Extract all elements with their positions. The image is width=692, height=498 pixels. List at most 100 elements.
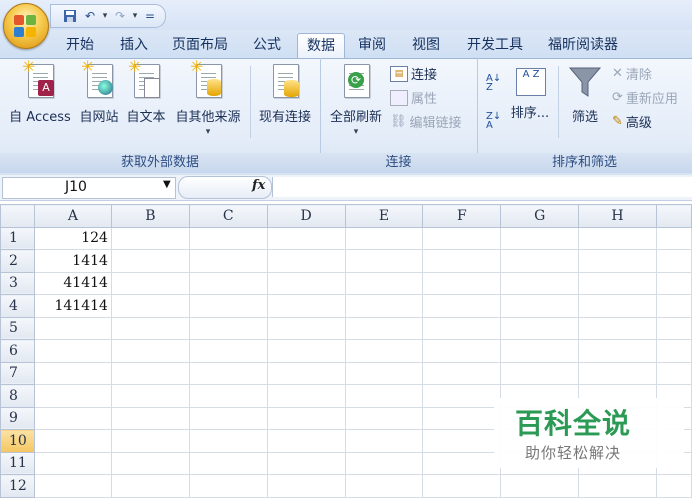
cell[interactable] xyxy=(422,406,502,430)
cell[interactable] xyxy=(266,339,346,363)
cell[interactable] xyxy=(344,249,424,273)
cell[interactable] xyxy=(655,294,692,318)
tab-formulas[interactable]: 公式 xyxy=(247,33,287,58)
cell[interactable] xyxy=(500,226,580,250)
cell[interactable] xyxy=(578,271,657,295)
row-header[interactable]: 2 xyxy=(0,249,35,273)
cell[interactable] xyxy=(422,339,502,363)
tab-insert[interactable]: 插入 xyxy=(112,33,156,58)
cell[interactable] xyxy=(33,429,112,453)
cell[interactable] xyxy=(266,316,346,340)
cell[interactable] xyxy=(344,361,424,385)
cell[interactable] xyxy=(110,316,190,340)
cell[interactable] xyxy=(33,339,112,363)
cell[interactable] xyxy=(344,474,424,498)
refresh-all-button[interactable]: ⟳ 全部刷新 ▾ xyxy=(326,62,386,137)
cell[interactable] xyxy=(422,294,502,318)
cell[interactable] xyxy=(578,249,657,273)
cell[interactable] xyxy=(344,271,424,295)
cell[interactable] xyxy=(344,406,424,430)
row-header[interactable]: 11 xyxy=(0,451,35,475)
row-header[interactable]: 3 xyxy=(0,271,35,295)
insert-function-icon[interactable]: fx xyxy=(252,178,265,193)
column-header[interactable]: C xyxy=(188,204,268,228)
cell[interactable] xyxy=(422,249,502,273)
cell[interactable] xyxy=(422,429,502,453)
tab-view[interactable]: 视图 xyxy=(405,33,447,58)
tab-developer[interactable]: 开发工具 xyxy=(460,33,530,58)
cell[interactable] xyxy=(422,271,502,295)
tab-foxit-reader[interactable]: 福昕阅读器 xyxy=(540,33,626,58)
row-header[interactable]: 10 xyxy=(0,429,35,453)
cell[interactable] xyxy=(110,226,190,250)
office-button[interactable] xyxy=(3,3,49,49)
cell[interactable] xyxy=(33,406,112,430)
column-header[interactable]: G xyxy=(500,204,580,228)
cell[interactable] xyxy=(344,384,424,408)
row-header[interactable]: 8 xyxy=(0,384,35,408)
sort-ascending-button[interactable]: A↓ Z xyxy=(486,74,501,93)
cell[interactable] xyxy=(344,339,424,363)
existing-connections-button[interactable]: 现有连接 xyxy=(254,62,316,125)
undo-icon[interactable]: ↶ xyxy=(81,7,99,25)
cell[interactable]: 1414 xyxy=(33,249,112,273)
tab-page-layout[interactable]: 页面布局 xyxy=(166,33,234,58)
cell[interactable] xyxy=(266,294,346,318)
from-other-sources-button[interactable]: ✳ 自其他来源 ▾ xyxy=(170,59,246,138)
cell[interactable] xyxy=(578,474,657,498)
column-header[interactable]: A xyxy=(33,204,112,228)
cell[interactable] xyxy=(188,294,268,318)
cell[interactable] xyxy=(422,361,502,385)
cell[interactable] xyxy=(188,474,268,498)
redo-icon[interactable]: ↷ xyxy=(111,7,129,25)
from-text-button[interactable]: ✳ 自文本 xyxy=(122,59,170,126)
cell[interactable] xyxy=(500,249,580,273)
cell[interactable] xyxy=(188,406,268,430)
cell[interactable] xyxy=(266,226,346,250)
redo-dropdown-icon[interactable]: ▾ xyxy=(131,11,139,21)
cell[interactable] xyxy=(33,384,112,408)
name-box[interactable]: J10 ▼ xyxy=(2,177,176,199)
tab-review[interactable]: 审阅 xyxy=(352,33,392,58)
connections-button[interactable]: ▤ 连接 xyxy=(390,64,437,83)
cell[interactable] xyxy=(655,316,692,340)
row-header[interactable]: 1 xyxy=(0,226,35,250)
tab-home[interactable]: 开始 xyxy=(58,33,102,58)
cell[interactable]: 124 xyxy=(33,226,112,250)
cell[interactable] xyxy=(188,384,268,408)
cell[interactable] xyxy=(110,271,190,295)
cell[interactable] xyxy=(188,429,268,453)
cell[interactable] xyxy=(422,474,502,498)
column-header[interactable]: F xyxy=(422,204,502,228)
cell[interactable] xyxy=(655,226,692,250)
sort-descending-button[interactable]: Z↓ A xyxy=(486,112,501,131)
cell[interactable] xyxy=(655,249,692,273)
cell[interactable] xyxy=(110,339,190,363)
cell[interactable] xyxy=(188,271,268,295)
cell[interactable] xyxy=(110,249,190,273)
cell[interactable] xyxy=(500,294,580,318)
cell[interactable] xyxy=(500,339,580,363)
cell[interactable] xyxy=(266,474,346,498)
customize-qat-icon[interactable]: = xyxy=(141,7,159,25)
cell[interactable] xyxy=(578,294,657,318)
properties-button[interactable]: 属性 xyxy=(390,88,437,107)
row-header[interactable]: 9 xyxy=(0,406,35,430)
cell[interactable] xyxy=(266,249,346,273)
cell[interactable] xyxy=(344,429,424,453)
column-header[interactable]: H xyxy=(578,204,657,228)
cell[interactable] xyxy=(110,474,190,498)
cell[interactable] xyxy=(110,451,190,475)
undo-dropdown-icon[interactable]: ▾ xyxy=(101,11,109,21)
cell[interactable] xyxy=(188,226,268,250)
column-header[interactable]: B xyxy=(110,204,190,228)
row-header[interactable]: 12 xyxy=(0,474,35,498)
cell[interactable] xyxy=(578,316,657,340)
cell[interactable] xyxy=(422,451,502,475)
name-box-dropdown-icon[interactable]: ▼ xyxy=(163,179,171,190)
cell[interactable] xyxy=(655,339,692,363)
edit-links-button[interactable]: ⛓ 编辑链接 xyxy=(390,112,462,131)
column-header[interactable]: E xyxy=(344,204,424,228)
cell[interactable] xyxy=(266,429,346,453)
cell[interactable] xyxy=(500,361,580,385)
